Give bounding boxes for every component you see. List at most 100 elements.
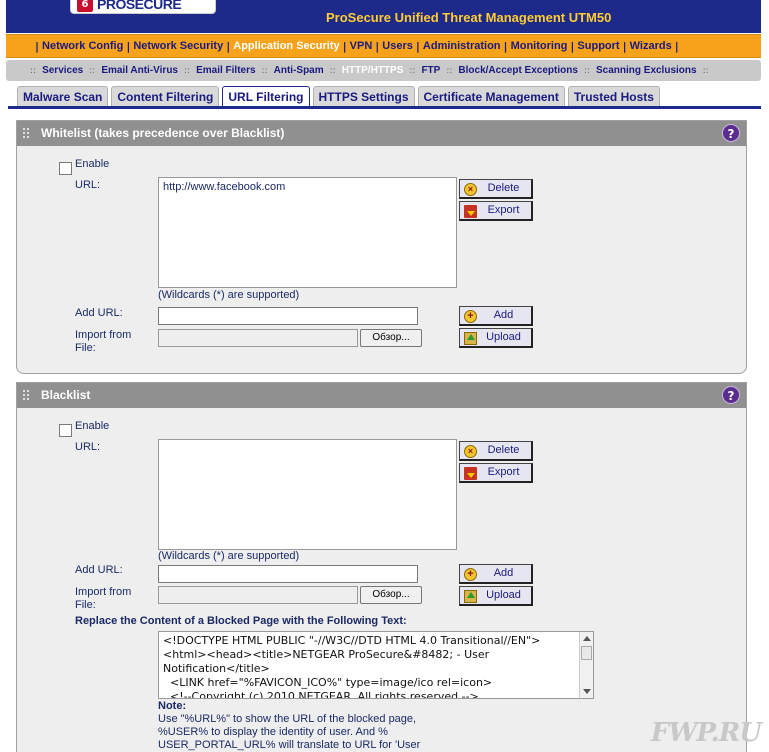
blacklist-header: Blacklist ?: [17, 383, 746, 408]
whitelist-url-list[interactable]: http://www.facebook.com: [158, 177, 457, 288]
grip-icon: [23, 128, 33, 138]
main-nav-users[interactable]: Users: [380, 40, 415, 52]
whitelist-import-file-label: File:: [75, 342, 96, 354]
main-nav-support[interactable]: Support: [575, 40, 621, 52]
whitelist-import-file-field[interactable]: [158, 329, 358, 347]
tab-certificate-management[interactable]: Certificate Management: [417, 86, 565, 107]
sub-nav-ftp[interactable]: FTP: [419, 65, 442, 76]
sub-nav-scanning-exclusions[interactable]: Scanning Exclusions: [594, 65, 699, 76]
add-icon: +: [464, 568, 477, 581]
watermark-logo: FWP.RU: [650, 718, 762, 748]
replace-content-heading: Replace the Content of a Blocked Page wi…: [75, 615, 407, 627]
blacklist-browse-button[interactable]: Обзор...: [360, 586, 422, 604]
blacklist-url-list[interactable]: [158, 439, 457, 550]
blacklist-delete-button[interactable]: × Delete: [459, 441, 533, 461]
export-icon: [464, 205, 477, 218]
subnav-separator: ::: [30, 65, 37, 76]
whitelist-url-item[interactable]: http://www.facebook.com: [163, 181, 452, 193]
main-nav-monitoring[interactable]: Monitoring: [509, 40, 570, 52]
code-line: <LINK href="%FAVICON_ICO%" type=image/ic…: [163, 676, 493, 689]
blacklist-panel: Blacklist ? Enable URL: × Delete Export …: [16, 382, 747, 752]
main-navigation: | Network Config | Network Security | Applica…: [6, 34, 761, 58]
subnav-separator: ::: [261, 65, 268, 76]
main-nav-wizards[interactable]: Wizards: [628, 40, 674, 52]
help-icon[interactable]: ?: [722, 124, 740, 142]
sub-nav-services[interactable]: Services: [40, 65, 85, 76]
note-line: Use "%URL%" to show the URL of the block…: [158, 713, 417, 725]
main-nav-network-config[interactable]: Network Config: [40, 40, 125, 52]
blacklist-add-url-label: Add URL:: [75, 564, 123, 576]
whitelist-header: Whitelist (takes precedence over Blackli…: [17, 121, 746, 146]
upload-icon: [464, 332, 477, 345]
whitelist-title: Whitelist (takes precedence over Blackli…: [41, 126, 285, 140]
tab-content-filtering[interactable]: Content Filtering: [111, 86, 220, 107]
blacklist-import-label: Import from: [75, 586, 132, 598]
help-icon[interactable]: ?: [722, 386, 740, 404]
note-line: %USER% to display the identity of user. …: [158, 726, 388, 738]
blocked-page-textarea[interactable]: <!DOCTYPE HTML PUBLIC "-//W3C//DTD HTML …: [158, 631, 594, 699]
tab-url-filtering[interactable]: URL Filtering: [222, 86, 310, 107]
blacklist-title: Blacklist: [41, 388, 91, 402]
whitelist-browse-button[interactable]: Обзор...: [360, 329, 422, 347]
logo-text: PROSECURE: [97, 0, 182, 12]
whitelist-enable-label: Enable: [75, 158, 110, 170]
code-line: <html><head><title>NETGEAR ProSecure&#84…: [163, 648, 490, 661]
upload-icon: [464, 590, 477, 603]
blacklist-import-file-label: File:: [75, 599, 96, 611]
delete-icon: ×: [464, 445, 477, 458]
tab-bar: Malware Scan Content Filtering URL Filteri…: [17, 86, 663, 107]
add-icon: +: [464, 310, 477, 323]
blacklist-import-file-field[interactable]: [158, 586, 358, 604]
main-nav-application-security[interactable]: Application Security: [231, 40, 341, 52]
export-icon: [464, 467, 477, 480]
blacklist-export-button[interactable]: Export: [459, 463, 533, 483]
scroll-down-icon[interactable]: [583, 689, 591, 694]
whitelist-add-button[interactable]: + Add: [459, 306, 533, 326]
nav-separator: |: [674, 39, 679, 53]
whitelist-upload-button[interactable]: Upload: [459, 328, 533, 348]
whitelist-import-label: Import from: [75, 329, 132, 341]
blacklist-add-button[interactable]: + Add: [459, 564, 533, 584]
subnav-separator: ::: [446, 65, 453, 76]
sub-nav-block-accept-exceptions[interactable]: Block/Accept Exceptions: [456, 65, 579, 76]
blacklist-enable-label: Enable: [75, 420, 110, 432]
whitelist-panel: Whitelist (takes precedence over Blackli…: [16, 120, 747, 374]
whitelist-add-url-input[interactable]: [158, 307, 418, 325]
subnav-separator: ::: [89, 65, 96, 76]
sub-nav-anti-spam[interactable]: Anti-Spam: [272, 65, 326, 76]
netgear-shield-icon: 6: [77, 0, 93, 12]
whitelist-delete-button[interactable]: × Delete: [459, 179, 533, 199]
sub-navigation: :: Services:: Email Anti-Virus:: Email Filt…: [6, 60, 761, 81]
code-line: <!--Copyright (c) 2010 NETGEAR. All righ…: [163, 690, 479, 699]
main-nav-vpn[interactable]: VPN: [348, 40, 375, 52]
blacklist-upload-button[interactable]: Upload: [459, 586, 533, 606]
sub-nav-email-filters[interactable]: Email Filters: [194, 65, 257, 76]
tab-https-settings[interactable]: HTTPS Settings: [312, 86, 415, 107]
subnav-separator: ::: [583, 65, 590, 76]
textarea-scrollbar[interactable]: [579, 632, 593, 698]
top-header: 6 PROSECURE ProSecure Unified Threat Man…: [6, 0, 761, 33]
whitelist-enable-checkbox[interactable]: [59, 162, 72, 175]
subnav-separator: ::: [409, 65, 416, 76]
main-nav-network-security[interactable]: Network Security: [131, 40, 225, 52]
tab-underline: [8, 106, 761, 109]
main-nav-administration[interactable]: Administration: [421, 40, 503, 52]
scroll-up-icon[interactable]: [583, 636, 591, 641]
sub-nav-email-anti-virus[interactable]: Email Anti-Virus: [99, 65, 180, 76]
tab-trusted-hosts[interactable]: Trusted Hosts: [567, 86, 660, 107]
blacklist-enable-checkbox[interactable]: [59, 424, 72, 437]
subnav-separator: ::: [702, 65, 709, 76]
sub-nav-http-https[interactable]: HTTP/HTTPS: [340, 65, 406, 76]
code-line: Notification</title>: [163, 662, 270, 675]
note-title: Note:: [158, 700, 187, 712]
blacklist-url-label: URL:: [75, 441, 101, 453]
blacklist-add-url-input[interactable]: [158, 565, 418, 583]
subnav-separator: ::: [329, 65, 336, 76]
whitelist-add-url-label: Add URL:: [75, 307, 123, 319]
tab-malware-scan[interactable]: Malware Scan: [17, 86, 109, 107]
whitelist-url-label: URL:: [75, 179, 101, 191]
scroll-thumb[interactable]: [581, 646, 592, 660]
grip-icon: [23, 390, 33, 400]
delete-icon: ×: [464, 183, 477, 196]
whitelist-export-button[interactable]: Export: [459, 201, 533, 221]
